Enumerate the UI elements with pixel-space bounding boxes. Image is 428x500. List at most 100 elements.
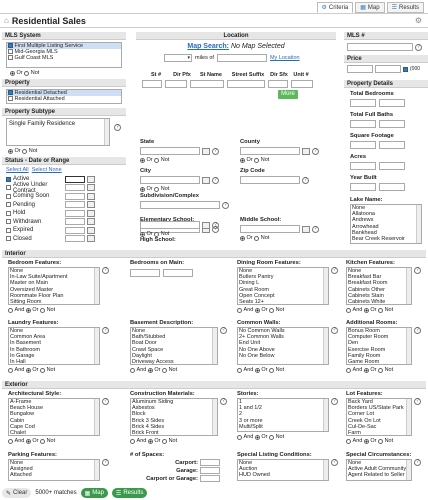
scrollbar[interactable] <box>416 205 421 243</box>
not-radio[interactable] <box>269 367 275 373</box>
help-icon[interactable]: ? <box>414 327 421 334</box>
or-radio[interactable] <box>147 438 153 444</box>
additional-list[interactable]: Bonus Room Computer Room Den Exercise Room F… <box>346 327 412 365</box>
list-item[interactable]: Gulf Coast MLS <box>7 55 121 61</box>
lot-list[interactable]: Back Yard Borders US/State Park Corner Lot… <box>346 398 412 436</box>
scrollbar[interactable] <box>104 119 109 145</box>
date-input[interactable] <box>65 192 85 200</box>
property-list[interactable]: Residential Detached Residential Attache… <box>6 89 122 104</box>
baths-max-input[interactable] <box>379 120 405 128</box>
and-radio[interactable] <box>130 438 135 444</box>
bedroom_features-list[interactable]: None In-Law Suite/Apartment Master on Main… <box>8 267 100 305</box>
map-button[interactable]: ▦ Map <box>80 488 108 498</box>
middle-input[interactable] <box>240 225 300 233</box>
price-max-input[interactable] <box>375 65 401 73</box>
or-radio[interactable] <box>254 367 260 373</box>
list-item[interactable]: Chalet <box>9 430 99 435</box>
help-icon[interactable]: ? <box>102 459 109 466</box>
list-item[interactable]: Residential Attached <box>7 96 121 102</box>
not-radio[interactable] <box>162 367 168 373</box>
or-radio[interactable] <box>254 434 260 440</box>
scrollbar[interactable] <box>323 460 328 480</box>
year-max-input[interactable] <box>379 183 405 191</box>
not-radio[interactable] <box>162 438 168 444</box>
date-input[interactable] <box>65 209 85 217</box>
walls-list[interactable]: No Common Walls 2+ Common Walls End Unit No… <box>237 327 329 365</box>
not-radio[interactable] <box>40 367 46 373</box>
select-all-link[interactable]: Select All <box>6 167 29 173</box>
dir-prefix-select[interactable] <box>165 80 187 88</box>
calendar-icon[interactable] <box>87 226 95 234</box>
list-item[interactable]: Single Family Residence <box>7 119 109 129</box>
bedrooms-main-max-input[interactable] <box>163 269 193 277</box>
not-radio[interactable] <box>378 307 384 313</box>
help-icon[interactable]: ? <box>220 398 227 405</box>
unit-number-input[interactable] <box>291 80 313 88</box>
checkbox[interactable] <box>8 90 13 96</box>
list-item[interactable]: Game Room <box>347 359 411 364</box>
date-input[interactable] <box>65 175 85 183</box>
scrollbar[interactable] <box>94 328 99 364</box>
calendar-icon[interactable] <box>87 209 95 217</box>
date-input[interactable] <box>65 184 85 192</box>
date-input[interactable] <box>65 226 85 234</box>
list-item[interactable]: Cabinets White <box>347 299 411 304</box>
checkbox[interactable] <box>6 210 11 216</box>
tab-results[interactable]: ☰ Results <box>386 2 424 13</box>
help-icon[interactable]: ? <box>331 327 338 334</box>
basement-list[interactable]: None Bath/Stubbed Boat Door Crawl Space Dayl… <box>130 327 218 365</box>
and-radio[interactable] <box>8 307 13 313</box>
or-radio[interactable] <box>8 148 13 154</box>
checkbox[interactable] <box>6 176 11 182</box>
high-input[interactable] <box>140 221 200 229</box>
scrollbar[interactable] <box>323 328 328 364</box>
checkbox[interactable] <box>6 202 11 208</box>
calendar-icon[interactable] <box>87 201 95 209</box>
acres-min-input[interactable] <box>350 162 376 170</box>
sqft-min-input[interactable] <box>350 141 376 149</box>
help-icon[interactable]: ? <box>312 147 319 155</box>
or-radio[interactable] <box>140 186 145 192</box>
gear-icon[interactable]: ⚙ <box>415 16 422 25</box>
or-radio[interactable] <box>140 157 145 163</box>
clear-button[interactable]: ✎ Clear <box>2 488 32 498</box>
calendar-icon[interactable] <box>87 218 95 226</box>
or-radio[interactable] <box>363 367 369 373</box>
laundry-list[interactable]: None Common Area In Basement In Bathroom In … <box>8 327 100 365</box>
and-radio[interactable] <box>346 307 351 313</box>
help-icon[interactable]: ? <box>331 267 338 274</box>
not-radio[interactable] <box>269 307 275 313</box>
date-input[interactable] <box>65 201 85 209</box>
carport-input[interactable] <box>200 459 220 466</box>
help-icon[interactable]: ? <box>212 176 219 184</box>
miles-select[interactable]: ▾ <box>164 54 192 62</box>
parking-list[interactable]: None Assigned Attached <box>8 459 100 481</box>
list-item[interactable]: Sitting Room <box>9 299 99 304</box>
checkbox[interactable] <box>6 236 11 242</box>
arch-list[interactable]: A-Frame Beach House Bungalow Cabin Cape Cod C… <box>8 398 100 436</box>
and-radio[interactable] <box>130 367 135 373</box>
carport_garage-input[interactable] <box>200 475 220 482</box>
list-item[interactable]: Seats 12+ <box>238 299 328 304</box>
list-picker-icon[interactable] <box>302 225 310 233</box>
and-radio[interactable] <box>8 367 13 373</box>
dining-list[interactable]: None Butlers Pantry Dining L Great Room Open… <box>237 267 329 305</box>
help-icon[interactable]: ? <box>212 147 219 155</box>
help-icon[interactable]: ? <box>331 398 338 405</box>
help-icon[interactable]: ? <box>414 398 421 405</box>
help-icon[interactable]: ? <box>414 267 421 274</box>
not-radio[interactable] <box>154 157 160 163</box>
results-button[interactable]: ☰ Results <box>111 488 148 498</box>
dir-suffix-select[interactable] <box>268 80 288 88</box>
scrollbar[interactable] <box>94 399 99 435</box>
city-input[interactable] <box>140 176 200 184</box>
home-icon[interactable]: ⌂ <box>4 16 9 25</box>
and-radio[interactable] <box>346 367 351 373</box>
list-item[interactable]: Driveway Access <box>131 359 217 364</box>
or-radio[interactable] <box>140 231 145 237</box>
date-input[interactable] <box>65 235 85 243</box>
scrollbar[interactable] <box>406 460 411 480</box>
garage-input[interactable] <box>200 467 220 474</box>
scrollbar[interactable] <box>94 268 99 304</box>
street-number-input[interactable] <box>142 80 162 88</box>
